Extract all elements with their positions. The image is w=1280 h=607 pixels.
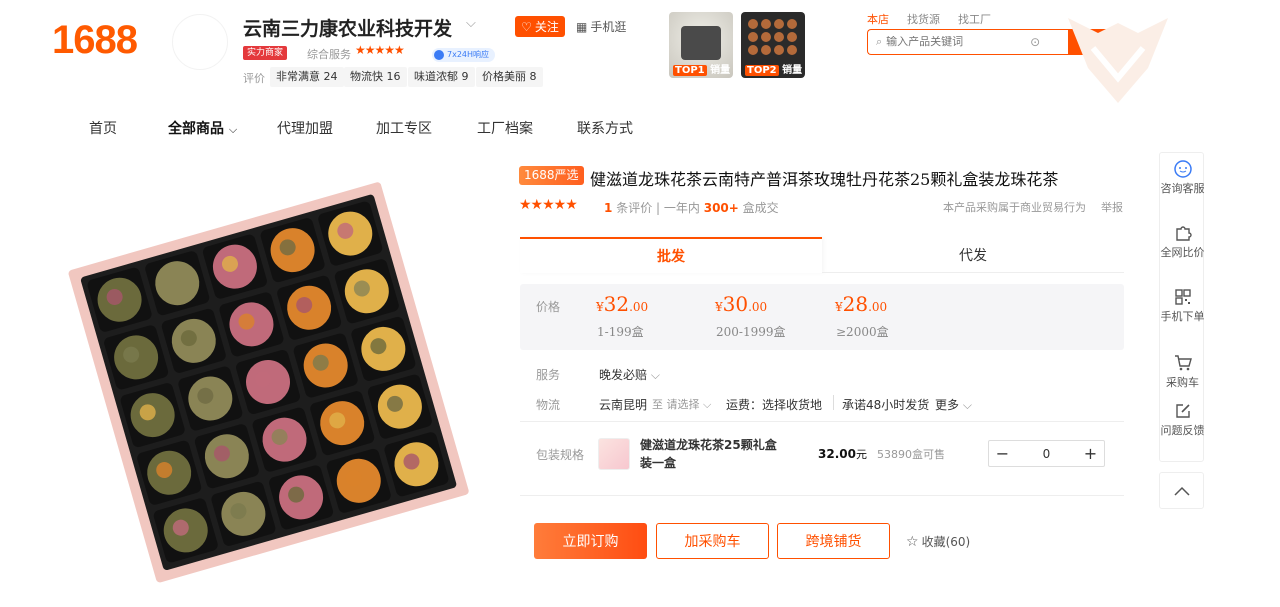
top1-product-thumb[interactable]: TOP1 销量 bbox=[669, 12, 733, 78]
puzzle-icon bbox=[1175, 226, 1192, 241]
nav-processing[interactable]: 加工专区 bbox=[376, 118, 432, 138]
price-tier-1: ¥32.00 bbox=[596, 292, 649, 316]
minus-button[interactable]: − bbox=[989, 441, 1016, 466]
sidebar-item-mobile-order[interactable]: 手机下单 bbox=[1160, 287, 1205, 325]
ship-promise: 承诺48小时发货 bbox=[842, 398, 930, 412]
report-link[interactable]: 举报 bbox=[1101, 199, 1123, 215]
site-logo[interactable]: 1688 bbox=[52, 18, 138, 63]
service-stars: ★★★★★ bbox=[355, 43, 405, 57]
sku-price: 32.00元 bbox=[818, 447, 867, 461]
price-label: 价格 bbox=[536, 300, 561, 314]
qrcode-icon bbox=[1174, 289, 1191, 305]
top2-label: TOP2 销量 bbox=[745, 65, 803, 76]
eval-tag[interactable]: 物流快 16 bbox=[344, 67, 407, 87]
chat-icon bbox=[1173, 160, 1192, 178]
chevron-down-icon: ⌵ bbox=[228, 123, 238, 136]
add-to-cart-button[interactable]: 加采购车 bbox=[656, 523, 769, 559]
search-input[interactable] bbox=[886, 36, 1027, 48]
tab-wholesale[interactable]: 批发 bbox=[520, 237, 822, 273]
qty-tier-3: ≥2000盒 bbox=[836, 325, 889, 339]
top1-label: TOP1 销量 bbox=[673, 65, 731, 76]
response-badge: 7x24H响应 bbox=[432, 48, 496, 62]
divider bbox=[520, 495, 1124, 496]
right-sidebar: 咨询客服 全网比价 手机下单 采购车 问题反馈 bbox=[1159, 152, 1205, 462]
divider bbox=[520, 421, 1124, 422]
sidebar-item-feedback[interactable]: 问题反馈 bbox=[1160, 401, 1205, 439]
plus-button[interactable]: + bbox=[1077, 441, 1104, 466]
sidebar-item-cart[interactable]: 采购车 bbox=[1160, 353, 1205, 391]
search-icon: ⌕ bbox=[876, 35, 883, 48]
nav-home[interactable]: 首页 bbox=[89, 118, 117, 138]
quantity-stepper: − 0 + bbox=[988, 440, 1105, 467]
nav-factory[interactable]: 工厂档案 bbox=[477, 118, 533, 138]
nav-contact[interactable]: 联系方式 bbox=[577, 118, 633, 138]
sku-name: 健滋道龙珠花茶25颗礼盒装一盒 bbox=[640, 438, 777, 470]
shipping-fee: 运费：选择收货地 bbox=[726, 398, 823, 412]
qty-tier-2: 200-1999盒 bbox=[716, 325, 786, 339]
top2-product-thumb[interactable]: TOP2 销量 bbox=[741, 12, 805, 78]
qty-tier-1: 1-199盒 bbox=[597, 325, 644, 339]
eval-label: 评价 bbox=[243, 72, 265, 85]
eval-tag[interactable]: 价格美丽 8 bbox=[476, 67, 543, 87]
logistics-row-label: 物流 bbox=[536, 398, 561, 412]
edit-icon bbox=[1175, 404, 1190, 418]
favorite-label: 收藏(60) bbox=[921, 535, 971, 549]
product-image[interactable] bbox=[66, 180, 471, 585]
back-to-top-button[interactable] bbox=[1159, 472, 1204, 509]
service-dropdown[interactable]: 晚发必赔 ⌵ bbox=[599, 366, 660, 383]
rating-stars: ★★★★★ bbox=[519, 197, 578, 213]
more-logistics[interactable]: 更多 ⌵ bbox=[935, 396, 972, 413]
chevron-down-icon: ⌵ bbox=[650, 368, 660, 382]
divider bbox=[833, 395, 834, 410]
search-tab-factory[interactable]: 找工厂 bbox=[958, 11, 991, 27]
sku-stock: 53890盒可售 bbox=[877, 448, 945, 461]
watermark-icon bbox=[1068, 18, 1168, 103]
star-outline-icon: ☆ bbox=[906, 533, 919, 550]
chevron-down-icon[interactable]: ⌵ bbox=[466, 16, 476, 31]
logistics-origin: 云南昆明 bbox=[599, 398, 648, 412]
cart-icon bbox=[1174, 355, 1192, 371]
sidebar-item-service[interactable]: 咨询客服 bbox=[1160, 159, 1205, 197]
tin-can-image bbox=[681, 26, 721, 60]
nav-all-products[interactable]: 全部商品 ⌵ bbox=[168, 118, 237, 138]
camera-icon[interactable]: ⊙ bbox=[1030, 35, 1040, 49]
search-scope-tabs: 本店 找货源 找工厂 bbox=[867, 11, 991, 27]
buy-now-button[interactable]: 立即订购 bbox=[534, 523, 647, 559]
select-badge: 1688严选 bbox=[519, 166, 584, 185]
price-tier-2: ¥30.00 bbox=[715, 292, 768, 316]
favorite-button[interactable]: ☆ 收藏(60) bbox=[906, 533, 970, 550]
follow-button[interactable]: ♡ 关注 bbox=[515, 16, 565, 37]
quantity-value[interactable]: 0 bbox=[1016, 447, 1077, 461]
heart-icon: ♡ bbox=[521, 19, 532, 34]
nav-agency[interactable]: 代理加盟 bbox=[277, 118, 333, 138]
sku-thumbnail[interactable] bbox=[598, 438, 630, 470]
search-tab-store[interactable]: 本店 bbox=[867, 11, 889, 27]
grid-icon: ▦ bbox=[576, 19, 588, 34]
strength-badge: 实力商家 bbox=[243, 46, 288, 60]
shop-avatar[interactable] bbox=[172, 14, 228, 70]
mobile-label: 手机逛 bbox=[590, 20, 627, 34]
follow-label: 关注 bbox=[534, 20, 559, 34]
cross-border-button[interactable]: 跨境铺货 bbox=[777, 523, 890, 559]
sidebar-item-compare[interactable]: 全网比价 bbox=[1160, 223, 1205, 261]
service-row-label: 服务 bbox=[536, 368, 561, 382]
price-tier-3: ¥28.00 bbox=[835, 292, 888, 316]
search-tab-source[interactable]: 找货源 bbox=[907, 11, 940, 27]
trade-note: 本产品采购属于商业贸易行为 bbox=[943, 201, 1086, 214]
chevron-down-icon: ⌵ bbox=[703, 398, 712, 411]
search-box: ⌕ ⊙ bbox=[867, 29, 1068, 55]
chevron-down-icon: ⌵ bbox=[962, 398, 972, 412]
tab-dropship[interactable]: 代发 bbox=[822, 237, 1124, 273]
mobile-browse-button[interactable]: ▦ 手机逛 bbox=[576, 18, 626, 35]
shop-name[interactable]: 云南三力康农业科技开发 bbox=[243, 14, 452, 41]
eval-tag[interactable]: 味道浓郁 9 bbox=[408, 67, 475, 87]
destination-select[interactable]: 至 请选择 ⌵ bbox=[652, 396, 711, 412]
sku-row-label: 包装规格 bbox=[536, 448, 585, 462]
service-label: 综合服务 bbox=[307, 48, 351, 61]
review-summary[interactable]: 1 条评价 | 一年内 300+ 盒成交 bbox=[604, 199, 779, 216]
chevron-up-icon bbox=[1173, 486, 1190, 496]
eval-tag[interactable]: 非常满意 24 bbox=[270, 67, 344, 87]
product-title: 健滋道龙珠花茶云南特产普洱茶玫瑰牡丹花茶25颗礼盒装龙珠花茶 bbox=[590, 170, 1059, 189]
